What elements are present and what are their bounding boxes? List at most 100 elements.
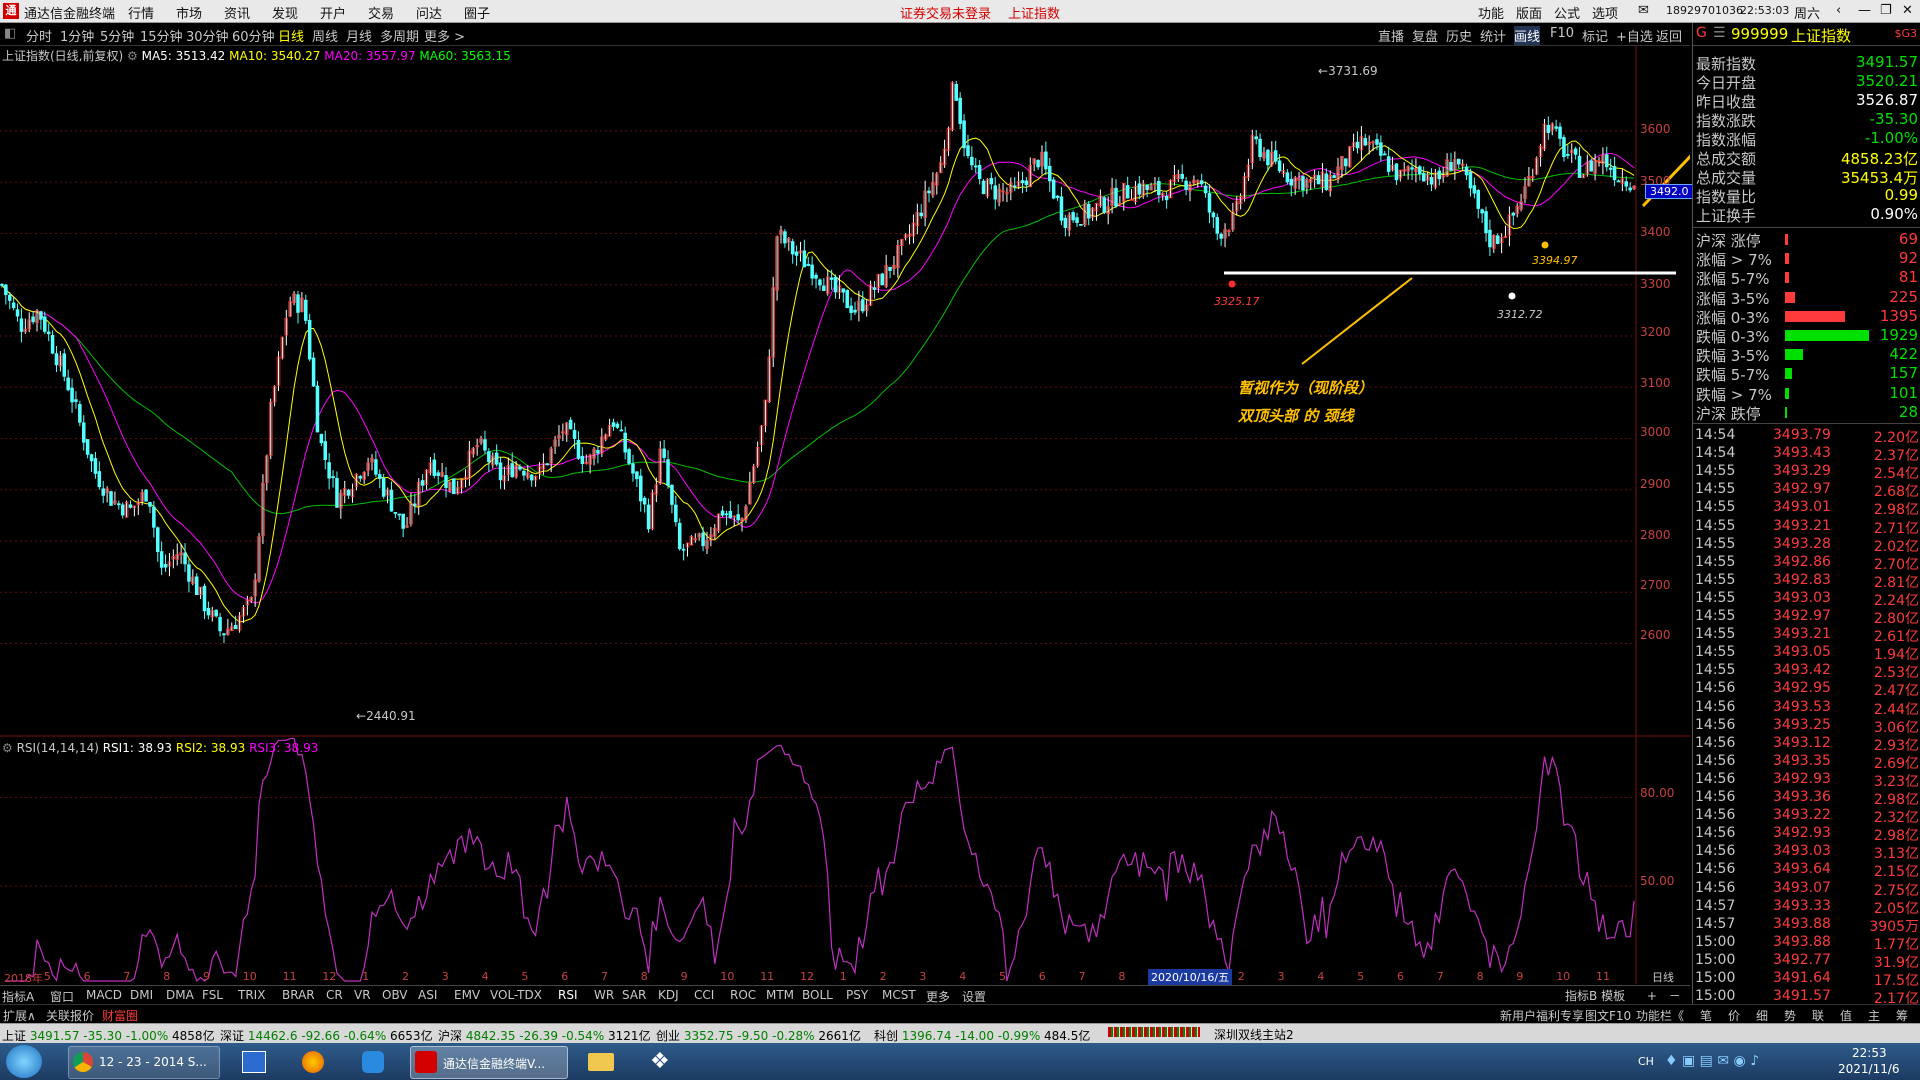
- tab-wealth-circle[interactable]: 财富圈: [102, 1007, 138, 1024]
- f10-link[interactable]: 图文F10: [1585, 1007, 1631, 1024]
- indicator-16[interactable]: SAR: [622, 988, 646, 1002]
- menu-item-gongshi[interactable]: 公式: [1554, 3, 1580, 22]
- indicator-13[interactable]: VOL-TDX: [490, 988, 542, 1002]
- period-weekly[interactable]: 周线: [312, 26, 338, 45]
- taskbar-explorer[interactable]: [584, 1046, 620, 1077]
- indicator-1[interactable]: 窗口: [50, 988, 74, 1005]
- kline-chart[interactable]: [0, 46, 1690, 984]
- panel-tab-5[interactable]: 值: [1840, 1007, 1852, 1024]
- menu-item-quanzi[interactable]: 圈子: [464, 3, 490, 22]
- tool-huaxian[interactable]: 画线: [1514, 26, 1541, 45]
- ticker-item[interactable]: 沪深 4842.35 -26.39 -0.54% 3121亿: [438, 1027, 651, 1044]
- template-button[interactable]: 模板: [1601, 989, 1625, 1003]
- period-daily[interactable]: 日线: [278, 26, 304, 45]
- menu-item-wenda[interactable]: 问达: [416, 3, 442, 22]
- period-monthly[interactable]: 月线: [346, 26, 372, 45]
- restore-icon[interactable]: ❐: [1880, 3, 1892, 18]
- language-indicator[interactable]: CH: [1638, 1055, 1654, 1068]
- indicator-15[interactable]: WR: [594, 988, 614, 1002]
- new-user-link[interactable]: 新用户福利专享: [1500, 1007, 1584, 1024]
- menu-item-kaihu[interactable]: 开户: [320, 3, 346, 22]
- indicator-2[interactable]: MACD: [86, 988, 122, 1002]
- trade-login-alert[interactable]: 证券交易未登录: [900, 3, 991, 22]
- tool-fupan[interactable]: 复盘: [1412, 26, 1438, 45]
- indicator-10[interactable]: OBV: [382, 988, 408, 1002]
- indicator-21[interactable]: BOLL: [802, 988, 833, 1002]
- indicator-0[interactable]: 指标A: [2, 988, 34, 1005]
- panel-tab-6[interactable]: 主: [1868, 1007, 1880, 1024]
- tool-add-favorite[interactable]: +自选: [1616, 26, 1653, 45]
- indicator-5[interactable]: FSL: [202, 988, 223, 1002]
- panel-tab-7[interactable]: 筹: [1896, 1007, 1908, 1024]
- taskbar-shield[interactable]: [356, 1046, 392, 1077]
- panel-tab-0[interactable]: 笔: [1700, 1007, 1712, 1024]
- menu-item-jiaoyi[interactable]: 交易: [368, 3, 394, 22]
- period-1min[interactable]: 1分钟: [60, 26, 94, 45]
- period-60min[interactable]: 60分钟: [232, 26, 275, 45]
- taskbar-app-grid[interactable]: ❖: [644, 1046, 680, 1077]
- indicator-20[interactable]: MTM: [766, 988, 794, 1002]
- indicator-4[interactable]: DMA: [166, 988, 194, 1002]
- indicator-17[interactable]: KDJ: [658, 988, 679, 1002]
- indicator-6[interactable]: TRIX: [238, 988, 265, 1002]
- indicator-24[interactable]: 更多: [926, 988, 950, 1005]
- indicator-14[interactable]: RSI: [558, 988, 578, 1002]
- period-30min[interactable]: 30分钟: [186, 26, 229, 45]
- back-icon[interactable]: ‹: [1836, 3, 1841, 18]
- tool-biaoji[interactable]: 标记: [1582, 26, 1608, 45]
- taskbar-chrome[interactable]: 12 - 23 - 2014 S...: [68, 1046, 220, 1079]
- ticker-item[interactable]: 科创 1396.74 -14.00 -0.99% 484.5亿: [874, 1027, 1090, 1044]
- panel-tab-2[interactable]: 细: [1756, 1007, 1768, 1024]
- settings-gear-icon[interactable]: ⚙: [127, 49, 138, 63]
- indicator-18[interactable]: CCI: [694, 988, 714, 1002]
- indicator-11[interactable]: ASI: [418, 988, 437, 1002]
- mail-icon[interactable]: ✉: [1638, 3, 1649, 18]
- zoom-out-button[interactable]: －: [1669, 989, 1681, 1003]
- period-5min[interactable]: 5分钟: [100, 26, 134, 45]
- menu-item-gongneng[interactable]: 功能: [1478, 3, 1504, 22]
- menu-item-shichang[interactable]: 市场: [176, 3, 202, 22]
- ticker-station[interactable]: 深圳双线主站2: [1214, 1026, 1294, 1043]
- start-button-icon[interactable]: [6, 1045, 42, 1078]
- menu-item-zixun[interactable]: 资讯: [224, 3, 250, 22]
- tool-lishi[interactable]: 历史: [1446, 26, 1472, 45]
- tab-related-quotes[interactable]: 关联报价: [46, 1007, 94, 1024]
- period-15min[interactable]: 15分钟: [140, 26, 183, 45]
- zoom-in-button[interactable]: +: [1647, 989, 1657, 1003]
- tray-icons[interactable]: ♦ ▣ ▤ ✉ ◉ ♪: [1665, 1053, 1759, 1069]
- group-icon[interactable]: G: [1696, 25, 1707, 41]
- menu-item-hangqing[interactable]: 行情: [128, 3, 154, 22]
- menu-item-banmian[interactable]: 版面: [1516, 3, 1542, 22]
- tool-zhibo[interactable]: 直播: [1378, 26, 1404, 45]
- indicator-9[interactable]: VR: [354, 988, 371, 1002]
- taskbar-tdx[interactable]: 通达信金融终端V...: [410, 1046, 568, 1079]
- taskbar-firefox[interactable]: [296, 1046, 332, 1077]
- indicator-22[interactable]: PSY: [846, 988, 868, 1002]
- indicator-7[interactable]: BRAR: [282, 988, 315, 1002]
- toggle-panel-icon[interactable]: ◧: [4, 26, 16, 41]
- ticker-item[interactable]: 上证 3491.57 -35.30 -1.00% 4858亿: [2, 1027, 215, 1044]
- indicator-3[interactable]: DMI: [130, 988, 153, 1002]
- indicator-23[interactable]: MCST: [882, 988, 916, 1002]
- period-fenshi[interactable]: 分时: [26, 26, 52, 45]
- minimize-icon[interactable]: —: [1858, 3, 1871, 18]
- indicator-25[interactable]: 设置: [962, 988, 986, 1005]
- tab-expand[interactable]: 扩展∧: [3, 1007, 36, 1024]
- menu-icon[interactable]: ☰: [1713, 25, 1726, 41]
- indicator-19[interactable]: ROC: [730, 988, 756, 1002]
- panel-tab-3[interactable]: 势: [1784, 1007, 1796, 1024]
- period-more[interactable]: 更多 >: [424, 26, 465, 45]
- tool-tongji[interactable]: 统计: [1480, 26, 1506, 45]
- function-bar-toggle[interactable]: 功能栏《: [1636, 1007, 1684, 1024]
- ticker-item[interactable]: 创业 3352.75 -9.50 -0.28% 2661亿: [656, 1027, 861, 1044]
- taskbar-app-blue[interactable]: [236, 1046, 272, 1077]
- panel-tab-4[interactable]: 联: [1812, 1007, 1824, 1024]
- close-icon[interactable]: ✕: [1902, 3, 1913, 18]
- indicator-12[interactable]: EMV: [454, 988, 480, 1002]
- indicator-8[interactable]: CR: [326, 988, 343, 1002]
- panel-tab-1[interactable]: 价: [1728, 1007, 1740, 1024]
- ticker-item[interactable]: 深证 14462.6 -92.66 -0.64% 6653亿: [220, 1027, 433, 1044]
- indicator-b[interactable]: 指标B: [1565, 989, 1597, 1003]
- rsi-gear-icon[interactable]: ⚙: [2, 741, 13, 755]
- menu-item-xuanxiang[interactable]: 选项: [1592, 3, 1618, 22]
